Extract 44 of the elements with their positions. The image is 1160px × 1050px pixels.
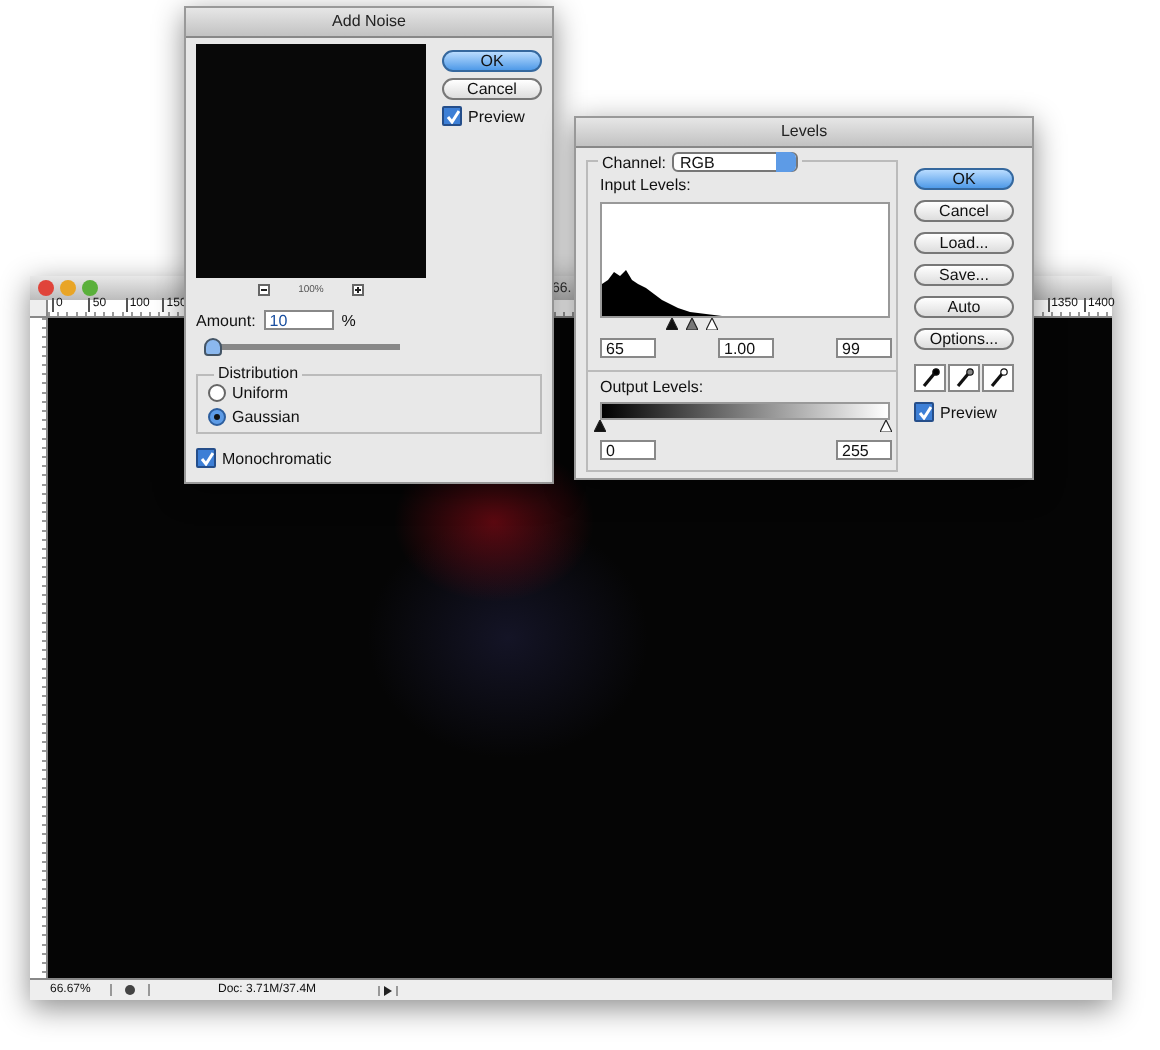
dialog-button[interactable]: Auto <box>914 296 1014 318</box>
zoom-out-icon[interactable] <box>258 284 271 296</box>
output-levels-label: Output Levels: <box>600 378 706 396</box>
dialog-button[interactable]: Cancel <box>442 78 542 100</box>
channel-label: Channel: <box>602 153 667 171</box>
group-title: Distribution <box>214 364 303 382</box>
zoom-in-icon[interactable] <box>351 284 364 296</box>
radio-label: Gaussian <box>232 408 300 426</box>
dialog-title: Levels <box>576 118 1032 148</box>
level-field[interactable]: 1.00 <box>718 338 774 358</box>
dialog-button[interactable]: Save... <box>914 264 1014 286</box>
checkbox[interactable] <box>196 448 216 468</box>
level-field[interactable]: 65 <box>600 338 656 358</box>
dialog-button[interactable]: Cancel <box>914 200 1014 222</box>
dialog-button[interactable]: OK <box>914 168 1014 190</box>
level-field[interactable]: 99 <box>836 338 892 358</box>
checkbox[interactable] <box>914 402 934 422</box>
eyedropper-icon[interactable] <box>914 364 946 392</box>
radio-button[interactable] <box>208 408 226 426</box>
preview-label: Preview <box>940 403 997 421</box>
dialog-title: Add Noise <box>186 8 552 38</box>
close-icon[interactable] <box>38 280 54 296</box>
triangle-icon[interactable] <box>384 985 392 995</box>
monochromatic-label: Monochromatic <box>222 449 332 467</box>
dialog-button[interactable]: OK <box>442 50 542 72</box>
unit-label: % <box>341 311 356 329</box>
amount-slider[interactable] <box>206 338 400 356</box>
preview-label: Preview <box>468 107 525 125</box>
eyedropper-icon[interactable] <box>982 364 1014 392</box>
level-field[interactable]: 255 <box>836 440 892 460</box>
status-icon[interactable] <box>124 984 136 996</box>
dialog-button[interactable]: Options... <box>914 328 1014 350</box>
channel-dropdown[interactable]: RGB <box>672 152 799 172</box>
radio-button[interactable] <box>208 384 226 402</box>
input-levels-label: Input Levels: <box>600 176 693 194</box>
level-field[interactable]: 0 <box>600 440 656 460</box>
eyedropper-icon[interactable] <box>948 364 980 392</box>
dialog-button[interactable]: Load... <box>914 232 1014 254</box>
radio-label: Uniform <box>232 384 289 402</box>
slider-thumb[interactable] <box>204 338 223 356</box>
amount-label: Amount: <box>196 311 256 329</box>
amount-field[interactable]: 10 <box>263 310 334 330</box>
checkbox[interactable] <box>442 106 462 126</box>
slider-handle[interactable] <box>594 420 606 432</box>
